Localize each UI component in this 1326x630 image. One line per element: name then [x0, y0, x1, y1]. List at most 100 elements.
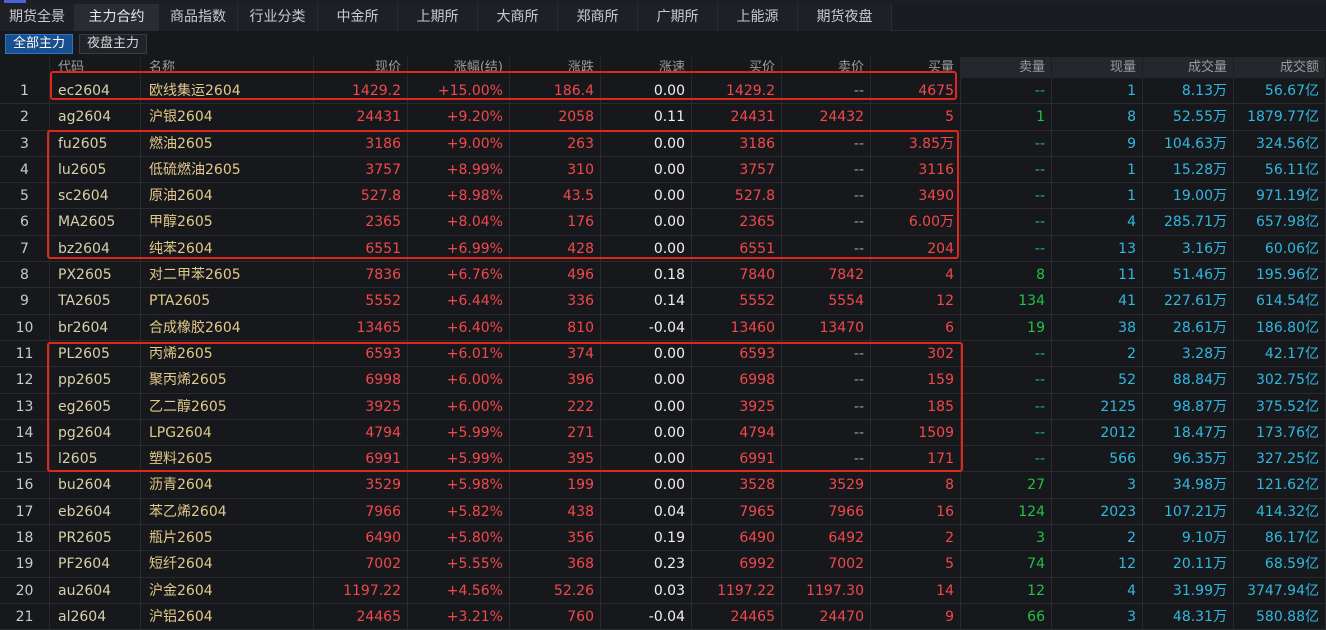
header-total-volume[interactable]: 成交量	[1143, 57, 1234, 78]
table-row[interactable]: 5 sc2604 原油2604 527.8 +8.98% 43.5 0.00 527.8 -- 3…	[0, 183, 1326, 210]
tab-6[interactable]: 大商所	[478, 4, 558, 31]
cell-speed: 0.18	[601, 262, 692, 289]
subtab-night-main[interactable]: 夜盘主力	[79, 34, 148, 54]
cell-vol: 52.55万	[1143, 104, 1234, 131]
table-row[interactable]: 20 au2604 沪金2604 1197.22 +4.56% 52.26 0.03 1197…	[0, 577, 1326, 604]
cell-cur: 12	[1052, 551, 1143, 578]
tab-2[interactable]: 商品指数	[159, 4, 238, 31]
cell-chg: 176	[510, 209, 601, 236]
cell-idx: 5	[0, 183, 50, 210]
cell-name: 低硫燃油2605	[141, 156, 314, 183]
cell-bvol: 6.00万	[871, 209, 961, 236]
tab-3[interactable]: 行业分类	[238, 4, 318, 31]
header-speed[interactable]: 涨速	[601, 57, 692, 78]
cell-code: ec2604	[50, 78, 141, 104]
table-row[interactable]: 12 pp2605 聚丙烯2605 6998 +6.00% 396 0.00 6998 -- 15…	[0, 367, 1326, 394]
cell-pct: +3.21%	[408, 603, 510, 630]
cell-bvol: 14	[871, 577, 961, 604]
header-name[interactable]: 名称	[141, 57, 314, 78]
tab-8[interactable]: 广期所	[638, 4, 718, 31]
cell-buy: 6490	[692, 525, 782, 552]
header-last-volume[interactable]: 现量	[1052, 57, 1143, 78]
cell-svol: --	[961, 446, 1052, 473]
cell-idx: 3	[0, 130, 50, 157]
cell-bvol: 8	[871, 472, 961, 499]
table-row[interactable]: 4 lu2605 低硫燃油2605 3757 +8.99% 310 0.00 3757 -- 31…	[0, 156, 1326, 184]
cell-svol: --	[961, 367, 1052, 394]
table-row[interactable]: 19 PF2604 短纤2604 7002 +5.55% 368 0.23 6992 7002 5…	[0, 551, 1326, 578]
table-row[interactable]: 13 eg2605 乙二醇2605 3925 +6.00% 222 0.00 3925 -- 18…	[0, 393, 1326, 420]
tab-10[interactable]: 期货夜盘	[798, 4, 892, 31]
tab-9[interactable]: 上能源	[718, 4, 798, 31]
cell-svol: 66	[961, 603, 1052, 630]
tab-0[interactable]: 期货全景	[0, 4, 75, 31]
cell-pct: +4.56%	[408, 577, 510, 604]
header-ask-volume[interactable]: 卖量	[961, 57, 1052, 78]
cell-speed: 0.00	[601, 340, 692, 367]
table-row[interactable]: 8 PX2605 对二甲苯2605 7836 +6.76% 496 0.18 7840 7842…	[0, 262, 1326, 289]
cell-name: 欧线集运2604	[141, 78, 314, 104]
cell-name: 沥青2604	[141, 472, 314, 499]
header-change[interactable]: 涨跌	[510, 57, 601, 78]
cell-price: 7002	[314, 551, 408, 578]
cell-price: 6490	[314, 525, 408, 552]
cell-amt: 580.88亿	[1234, 603, 1326, 630]
tab-5[interactable]: 上期所	[398, 4, 478, 31]
cell-sell: 5554	[782, 288, 871, 315]
cell-code: PR2605	[50, 525, 141, 552]
cell-vol: 96.35万	[1143, 446, 1234, 473]
header-ask-price[interactable]: 卖价	[782, 57, 871, 78]
tab-1[interactable]: 主力合约	[75, 4, 159, 31]
cell-bvol: 185	[871, 393, 961, 420]
table-row[interactable]: 14 pg2604 LPG2604 4794 +5.99% 271 0.00 4794 -- 15…	[0, 419, 1326, 447]
cell-name: 短纤2604	[141, 551, 314, 578]
header-price[interactable]: 现价	[314, 57, 408, 78]
cell-bvol: 6	[871, 314, 961, 341]
cell-bvol: 12	[871, 288, 961, 315]
table-row[interactable]: 11 PL2605 丙烯2605 6593 +6.01% 374 0.00 6593 -- 302…	[0, 340, 1326, 368]
cell-cur: 4	[1052, 577, 1143, 604]
cell-idx: 4	[0, 156, 50, 183]
table-row[interactable]: 3 fu2605 燃油2605 3186 +9.00% 263 0.00 3186 -- 3.85…	[0, 130, 1326, 157]
header-turnover[interactable]: 成交额	[1234, 57, 1326, 78]
cell-chg: 396	[510, 367, 601, 394]
header-code[interactable]: 代码	[50, 57, 141, 78]
header-pct-change[interactable]: 涨幅(结)	[408, 57, 510, 78]
cell-price: 3925	[314, 393, 408, 420]
subtab-all-main[interactable]: 全部主力	[5, 34, 74, 54]
table-row[interactable]: 7 bz2604 纯苯2604 6551 +6.99% 428 0.00 6551 -- 204-…	[0, 235, 1326, 263]
cell-svol: 74	[961, 551, 1052, 578]
table-row[interactable]: 9 TA2605 PTA2605 5552 +6.44% 336 0.14 5552 5554 1…	[0, 288, 1326, 315]
cell-pct: +5.82%	[408, 498, 510, 525]
table-row[interactable]: 1 ec2604 欧线集运2604 1429.2 +15.00% 186.4 0.00 142…	[0, 78, 1326, 105]
tab-7[interactable]: 郑商所	[558, 4, 638, 31]
cell-svol: 124	[961, 498, 1052, 525]
cell-pct: +6.00%	[408, 393, 510, 420]
table-row[interactable]: 10 br2604 合成橡胶2604 13465 +6.40% 810 -0.04 13460…	[0, 314, 1326, 341]
table-row[interactable]: 21 al2604 沪铝2604 24465 +3.21% 760 -0.04 24465 24…	[0, 603, 1326, 630]
cell-chg: 271	[510, 419, 601, 446]
table-row[interactable]: 17 eb2604 苯乙烯2604 7966 +5.82% 438 0.04 7965 7966…	[0, 498, 1326, 526]
market-tab-bar: 期货全景 主力合约 商品指数 行业分类 中金所 上期所 大商所 郑商所 广期所 上能源 期货夜盘	[0, 4, 1326, 31]
header-bid-volume[interactable]: 买量	[871, 57, 961, 78]
table-row[interactable]: 18 PR2605 瓶片2605 6490 +5.80% 356 0.19 6490 6492 2…	[0, 525, 1326, 552]
table-row[interactable]: 15 l2605 塑料2605 6991 +5.99% 395 0.00 6991 -- 171-…	[0, 446, 1326, 473]
cell-svol: --	[961, 183, 1052, 210]
tab-4[interactable]: 中金所	[318, 4, 398, 31]
table-row[interactable]: 16 bu2604 沥青2604 3529 +5.98% 199 0.00 3528 3529 8…	[0, 472, 1326, 499]
cell-amt: 614.54亿	[1234, 288, 1326, 315]
cell-code: sc2604	[50, 183, 141, 210]
cell-idx: 9	[0, 288, 50, 315]
cell-svol: 19	[961, 314, 1052, 341]
cell-buy: 1429.2	[692, 78, 782, 104]
cell-chg: 395	[510, 446, 601, 473]
table-row[interactable]: 2 ag2604 沪银2604 24431 +9.20% 2058 0.11 24431 244…	[0, 104, 1326, 131]
header-bid-price[interactable]: 买价	[692, 57, 782, 78]
cell-cur: 13	[1052, 235, 1143, 262]
cell-code: eb2604	[50, 498, 141, 525]
table-body: 1 ec2604 欧线集运2604 1429.2 +15.00% 186.4 0.00 142…	[0, 78, 1326, 630]
table-row[interactable]: 6 MA2605 甲醇2605 2365 +8.04% 176 0.00 2365 -- 6.00…	[0, 209, 1326, 236]
cell-svol: 1	[961, 104, 1052, 131]
cell-price: 24465	[314, 603, 408, 630]
cell-pct: +15.00%	[408, 78, 510, 104]
